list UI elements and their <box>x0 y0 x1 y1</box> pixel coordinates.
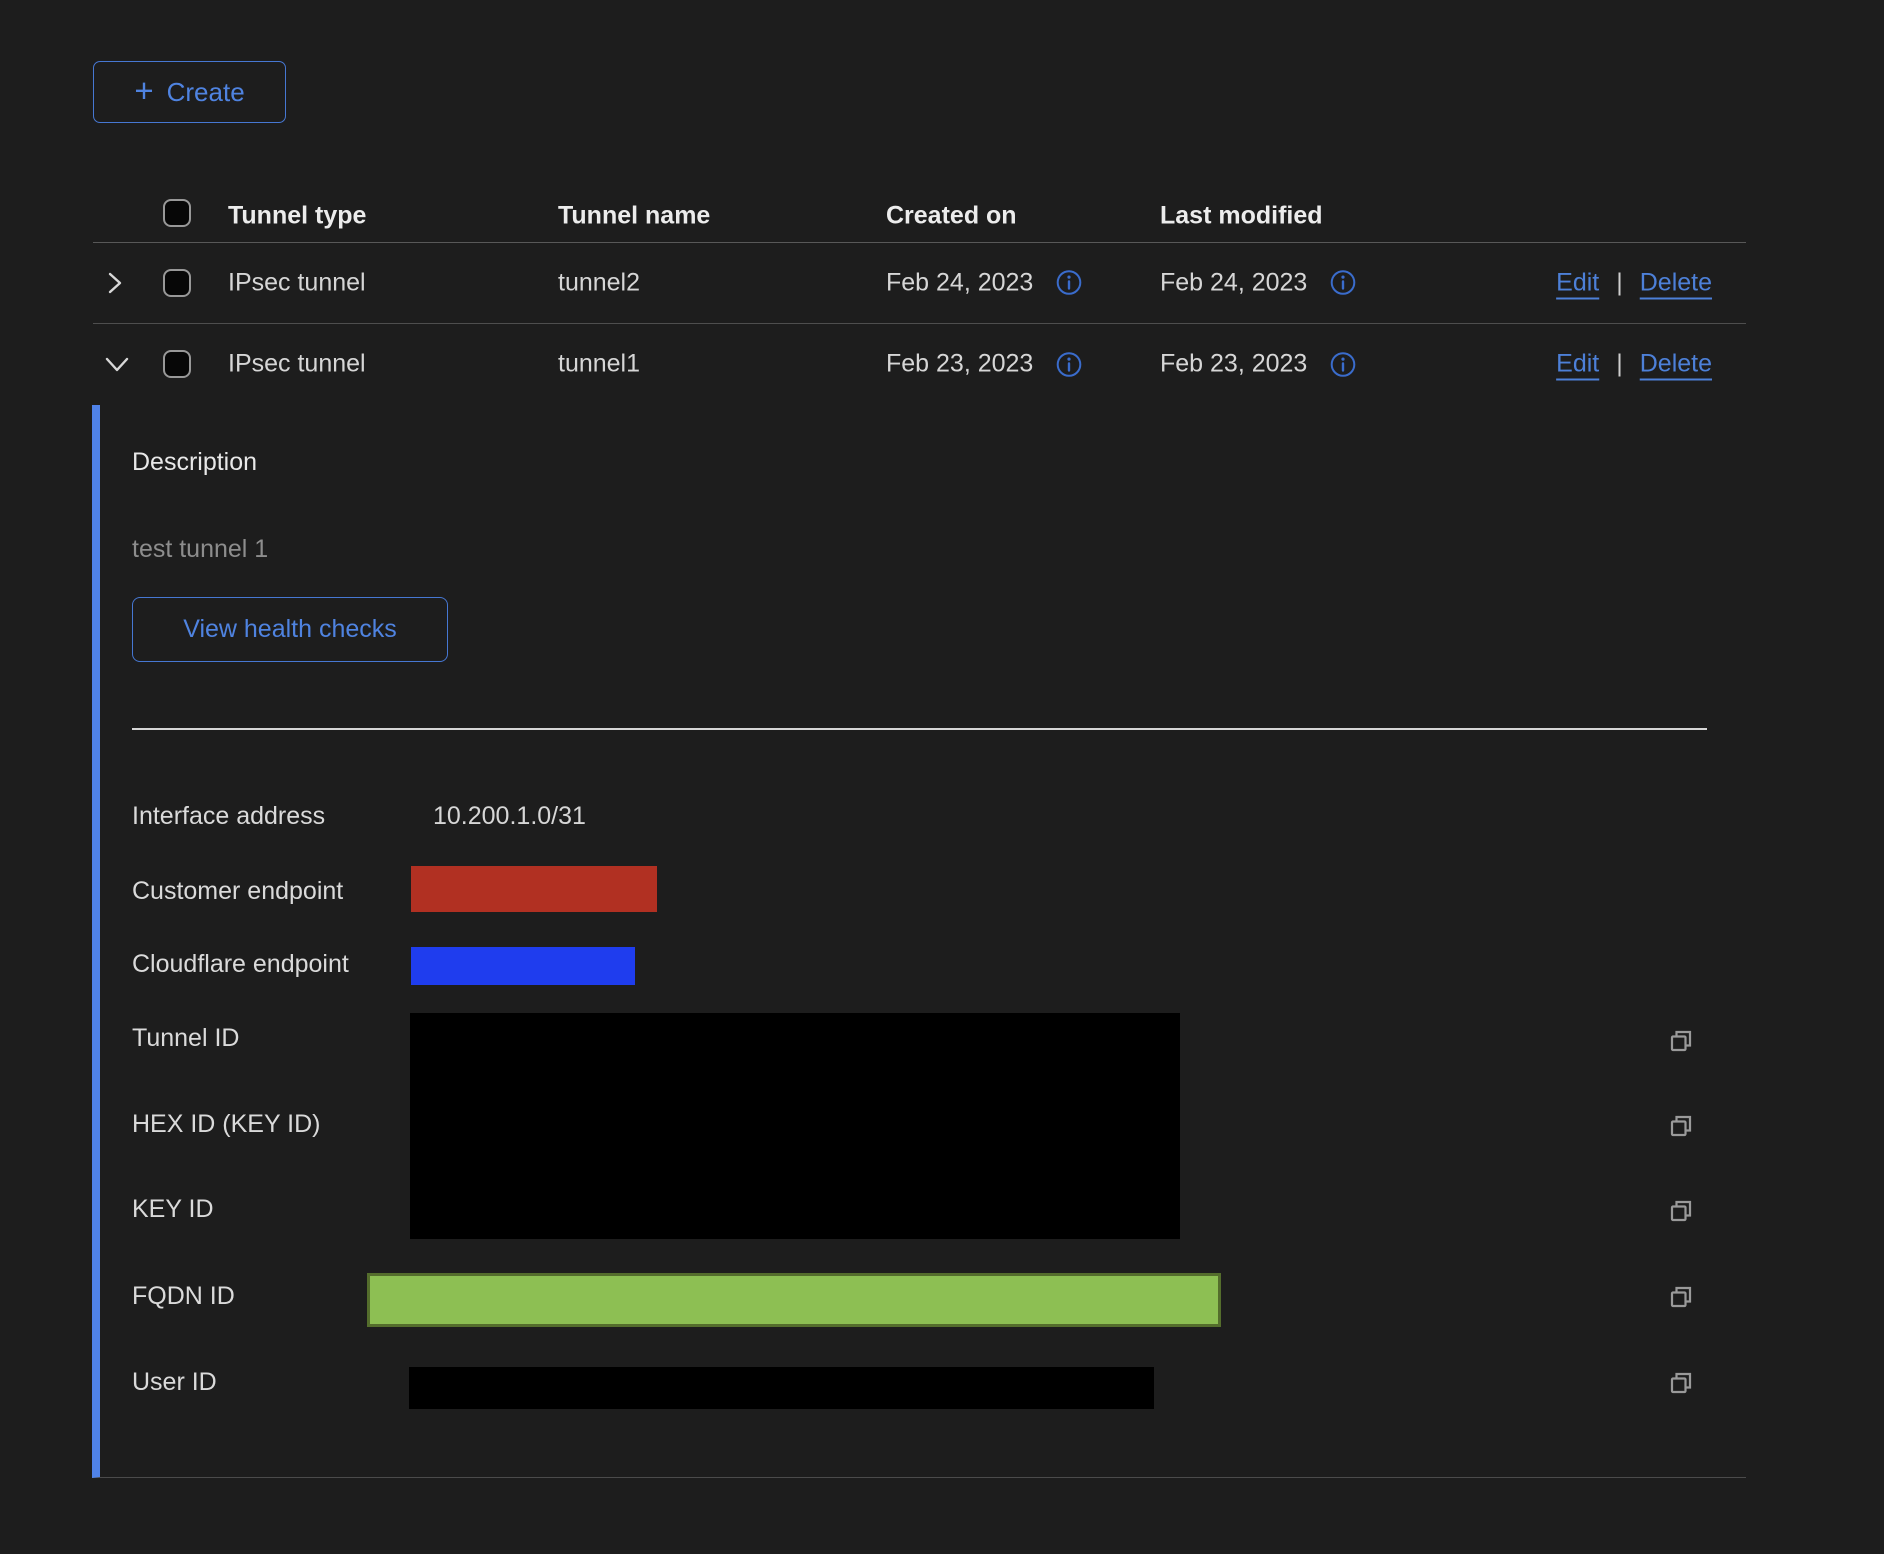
ids-redaction <box>410 1013 1180 1239</box>
fqdn-id-label: FQDN ID <box>132 1282 235 1311</box>
edit-link[interactable]: Edit <box>1556 268 1599 297</box>
info-icon[interactable] <box>1329 350 1357 378</box>
row-checkbox[interactable] <box>163 269 191 297</box>
chevron-right-icon[interactable] <box>101 267 137 299</box>
tunnel-detail-panel: Description test tunnel 1 View health ch… <box>92 405 1746 1478</box>
interface-address-label: Interface address <box>132 802 325 831</box>
create-button[interactable]: + Create <box>93 61 286 123</box>
action-separator: | <box>1616 350 1623 379</box>
cloudflare-endpoint-redaction <box>411 947 635 985</box>
column-header-tunnel-name: Tunnel name <box>558 202 710 231</box>
section-divider <box>132 728 1707 730</box>
column-header-tunnel-type: Tunnel type <box>228 202 366 231</box>
created-on-cell: Feb 24, 2023 <box>886 268 1083 297</box>
cloudflare-endpoint-label: Cloudflare endpoint <box>132 950 349 979</box>
customer-endpoint-redaction <box>411 866 657 912</box>
action-separator: | <box>1616 268 1623 297</box>
delete-link[interactable]: Delete <box>1640 350 1712 379</box>
customer-endpoint-label: Customer endpoint <box>132 877 343 906</box>
copy-icon[interactable] <box>1667 1197 1695 1225</box>
tunnel-type-cell: IPsec tunnel <box>228 350 366 379</box>
row-checkbox[interactable] <box>163 350 191 378</box>
fqdn-id-redaction <box>367 1273 1221 1327</box>
last-modified-cell: Feb 24, 2023 <box>1160 268 1357 297</box>
description-value: test tunnel 1 <box>132 535 268 564</box>
info-icon[interactable] <box>1055 350 1083 378</box>
row-actions: Edit | Delete <box>1556 268 1712 297</box>
column-header-created-on: Created on <box>886 202 1017 231</box>
created-on-date: Feb 23, 2023 <box>886 350 1033 379</box>
tunnel-name-cell: tunnel2 <box>558 268 640 297</box>
chevron-down-icon[interactable] <box>101 348 137 380</box>
copy-icon[interactable] <box>1667 1369 1695 1397</box>
user-id-redaction <box>409 1367 1154 1409</box>
view-health-checks-button[interactable]: View health checks <box>132 597 448 662</box>
user-id-label: User ID <box>132 1368 217 1397</box>
created-on-date: Feb 24, 2023 <box>886 268 1033 297</box>
select-all-checkbox[interactable] <box>163 199 191 227</box>
copy-icon[interactable] <box>1667 1283 1695 1311</box>
info-icon[interactable] <box>1055 269 1083 297</box>
last-modified-date: Feb 24, 2023 <box>1160 268 1307 297</box>
plus-icon: + <box>134 74 153 107</box>
info-icon[interactable] <box>1329 269 1357 297</box>
tunnels-page: + Create Tunnel type Tunnel name Created… <box>0 0 1884 1554</box>
table-row: IPsec tunnel tunnel1 Feb 23, 2023 Feb 23… <box>93 323 1746 405</box>
last-modified-date: Feb 23, 2023 <box>1160 350 1307 379</box>
tunnel-type-cell: IPsec tunnel <box>228 268 366 297</box>
column-header-last-modified: Last modified <box>1160 202 1323 231</box>
edit-link[interactable]: Edit <box>1556 350 1599 379</box>
last-modified-cell: Feb 23, 2023 <box>1160 350 1357 379</box>
create-button-label: Create <box>167 77 245 108</box>
key-id-label: KEY ID <box>132 1195 214 1224</box>
tunnel-name-cell: tunnel1 <box>558 350 640 379</box>
table-header: Tunnel type Tunnel name Created on Last … <box>93 190 1746 243</box>
tunnel-id-label: Tunnel ID <box>132 1024 239 1053</box>
description-label: Description <box>132 448 257 477</box>
copy-icon[interactable] <box>1667 1112 1695 1140</box>
interface-address-value: 10.200.1.0/31 <box>433 802 586 831</box>
hex-id-label: HEX ID (KEY ID) <box>132 1110 320 1139</box>
created-on-cell: Feb 23, 2023 <box>886 350 1083 379</box>
delete-link[interactable]: Delete <box>1640 268 1712 297</box>
copy-icon[interactable] <box>1667 1027 1695 1055</box>
table-row: IPsec tunnel tunnel2 Feb 24, 2023 Feb 24… <box>93 242 1746 324</box>
row-actions: Edit | Delete <box>1556 350 1712 379</box>
